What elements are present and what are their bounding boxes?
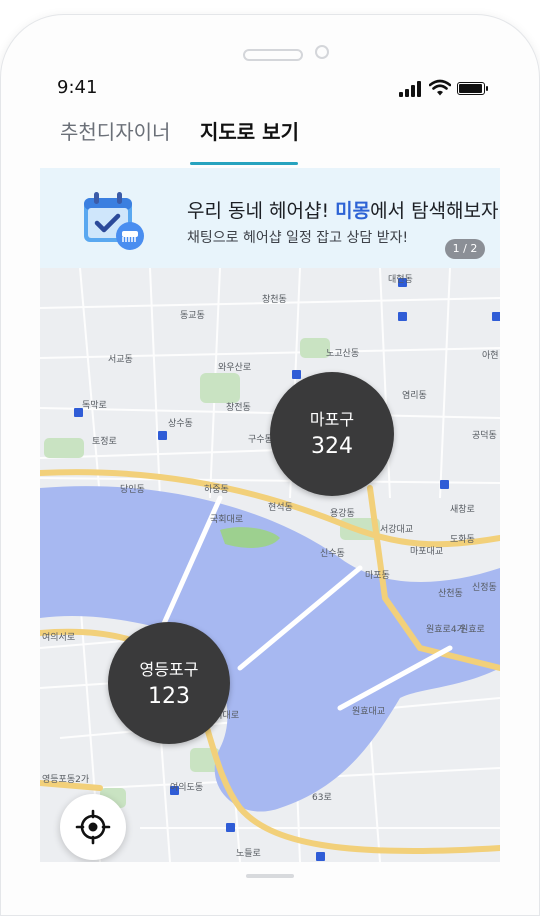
map-label: 토정로 (92, 437, 117, 447)
map-label: 염리동 (402, 391, 427, 401)
map-label: 현석동 (268, 503, 293, 513)
current-location-button[interactable] (60, 794, 126, 860)
tab-map-view[interactable]: 지도로 보기 (200, 116, 299, 145)
map-label: 신정동 (472, 583, 497, 593)
map-label: 독막로 (82, 401, 107, 411)
map-label: 원효로 (460, 625, 485, 635)
map-label: 창전동 (226, 403, 251, 413)
map-label: 63로 (312, 793, 332, 803)
home-indicator (246, 874, 294, 878)
map-label: 하중동 (204, 485, 229, 495)
cluster-count: 324 (311, 434, 353, 459)
map-label: 원효대교 (352, 707, 386, 717)
map-label: 도화동 (450, 535, 475, 545)
tab-bar: 추천디자이너 지도로 보기 (40, 116, 500, 168)
cluster-name: 영등포구 (139, 660, 199, 679)
map-label: 노들로 (236, 849, 261, 859)
map-label: 와우산로 (218, 363, 252, 373)
map-label: 산천동 (438, 589, 463, 599)
map-label: 여의도동 (170, 783, 204, 793)
cluster-marker-mapo[interactable]: 마포구 324 (270, 372, 394, 496)
status-icons (399, 79, 489, 99)
cluster-name: 마포구 (309, 410, 355, 429)
banner-subtitle: 채팅으로 헤어샵 일정 잡고 상담 받자! (187, 230, 409, 246)
map-label: 대현동 (388, 275, 413, 285)
map-label: 신수동 (320, 549, 345, 559)
battery-icon (457, 82, 488, 95)
map-label: 당인동 (120, 485, 145, 495)
wifi-icon (429, 79, 451, 96)
map-label: 국회대로 (210, 515, 244, 525)
tab-recommended-designers[interactable]: 추천디자이너 (60, 116, 170, 145)
map-label: 공덕동 (472, 431, 497, 441)
cluster-marker-yeongdeungpo[interactable]: 영등포구 123 (108, 622, 230, 744)
promo-banner[interactable]: 우리 동네 헤어샵! 미몽에서 탐색해보자 채팅으로 헤어샵 일정 잡고 상담 … (40, 168, 500, 268)
map-label: 서강대교 (380, 525, 414, 535)
active-tab-indicator (190, 162, 298, 165)
signal-icon (399, 81, 423, 97)
banner-page-indicator: 1 / 2 (445, 239, 485, 259)
map-label: 상수동 (168, 419, 193, 429)
map-label: 마포동 (365, 571, 390, 581)
map-view[interactable]: 창천동 서교동 동교동 와우산로 창전동 노고산동 대현동 염리동 공덕동 상수… (40, 268, 500, 862)
front-camera (315, 45, 329, 59)
map-label: 서교동 (108, 355, 133, 365)
map-label: 마포대교 (410, 547, 444, 557)
status-time: 9:41 (57, 77, 98, 98)
brand-highlight: 미몽 (335, 200, 371, 222)
speaker-grille (243, 49, 303, 61)
map-label: 노고산동 (326, 349, 360, 359)
map-label: 영등포동2가 (42, 775, 90, 785)
map-label: 아현 (482, 351, 499, 361)
calendar-check-icon (84, 192, 144, 250)
banner-title: 우리 동네 헤어샵! 미몽에서 탐색해보자 (187, 200, 499, 222)
crosshair-icon (75, 809, 111, 845)
cluster-count: 123 (148, 684, 190, 709)
map-label: 동교동 (180, 311, 205, 321)
map-label: 여의서로 (42, 633, 76, 643)
map-label: 창천동 (262, 295, 287, 305)
map-label: 용강동 (330, 509, 355, 519)
map-label: 새창로 (450, 505, 475, 515)
